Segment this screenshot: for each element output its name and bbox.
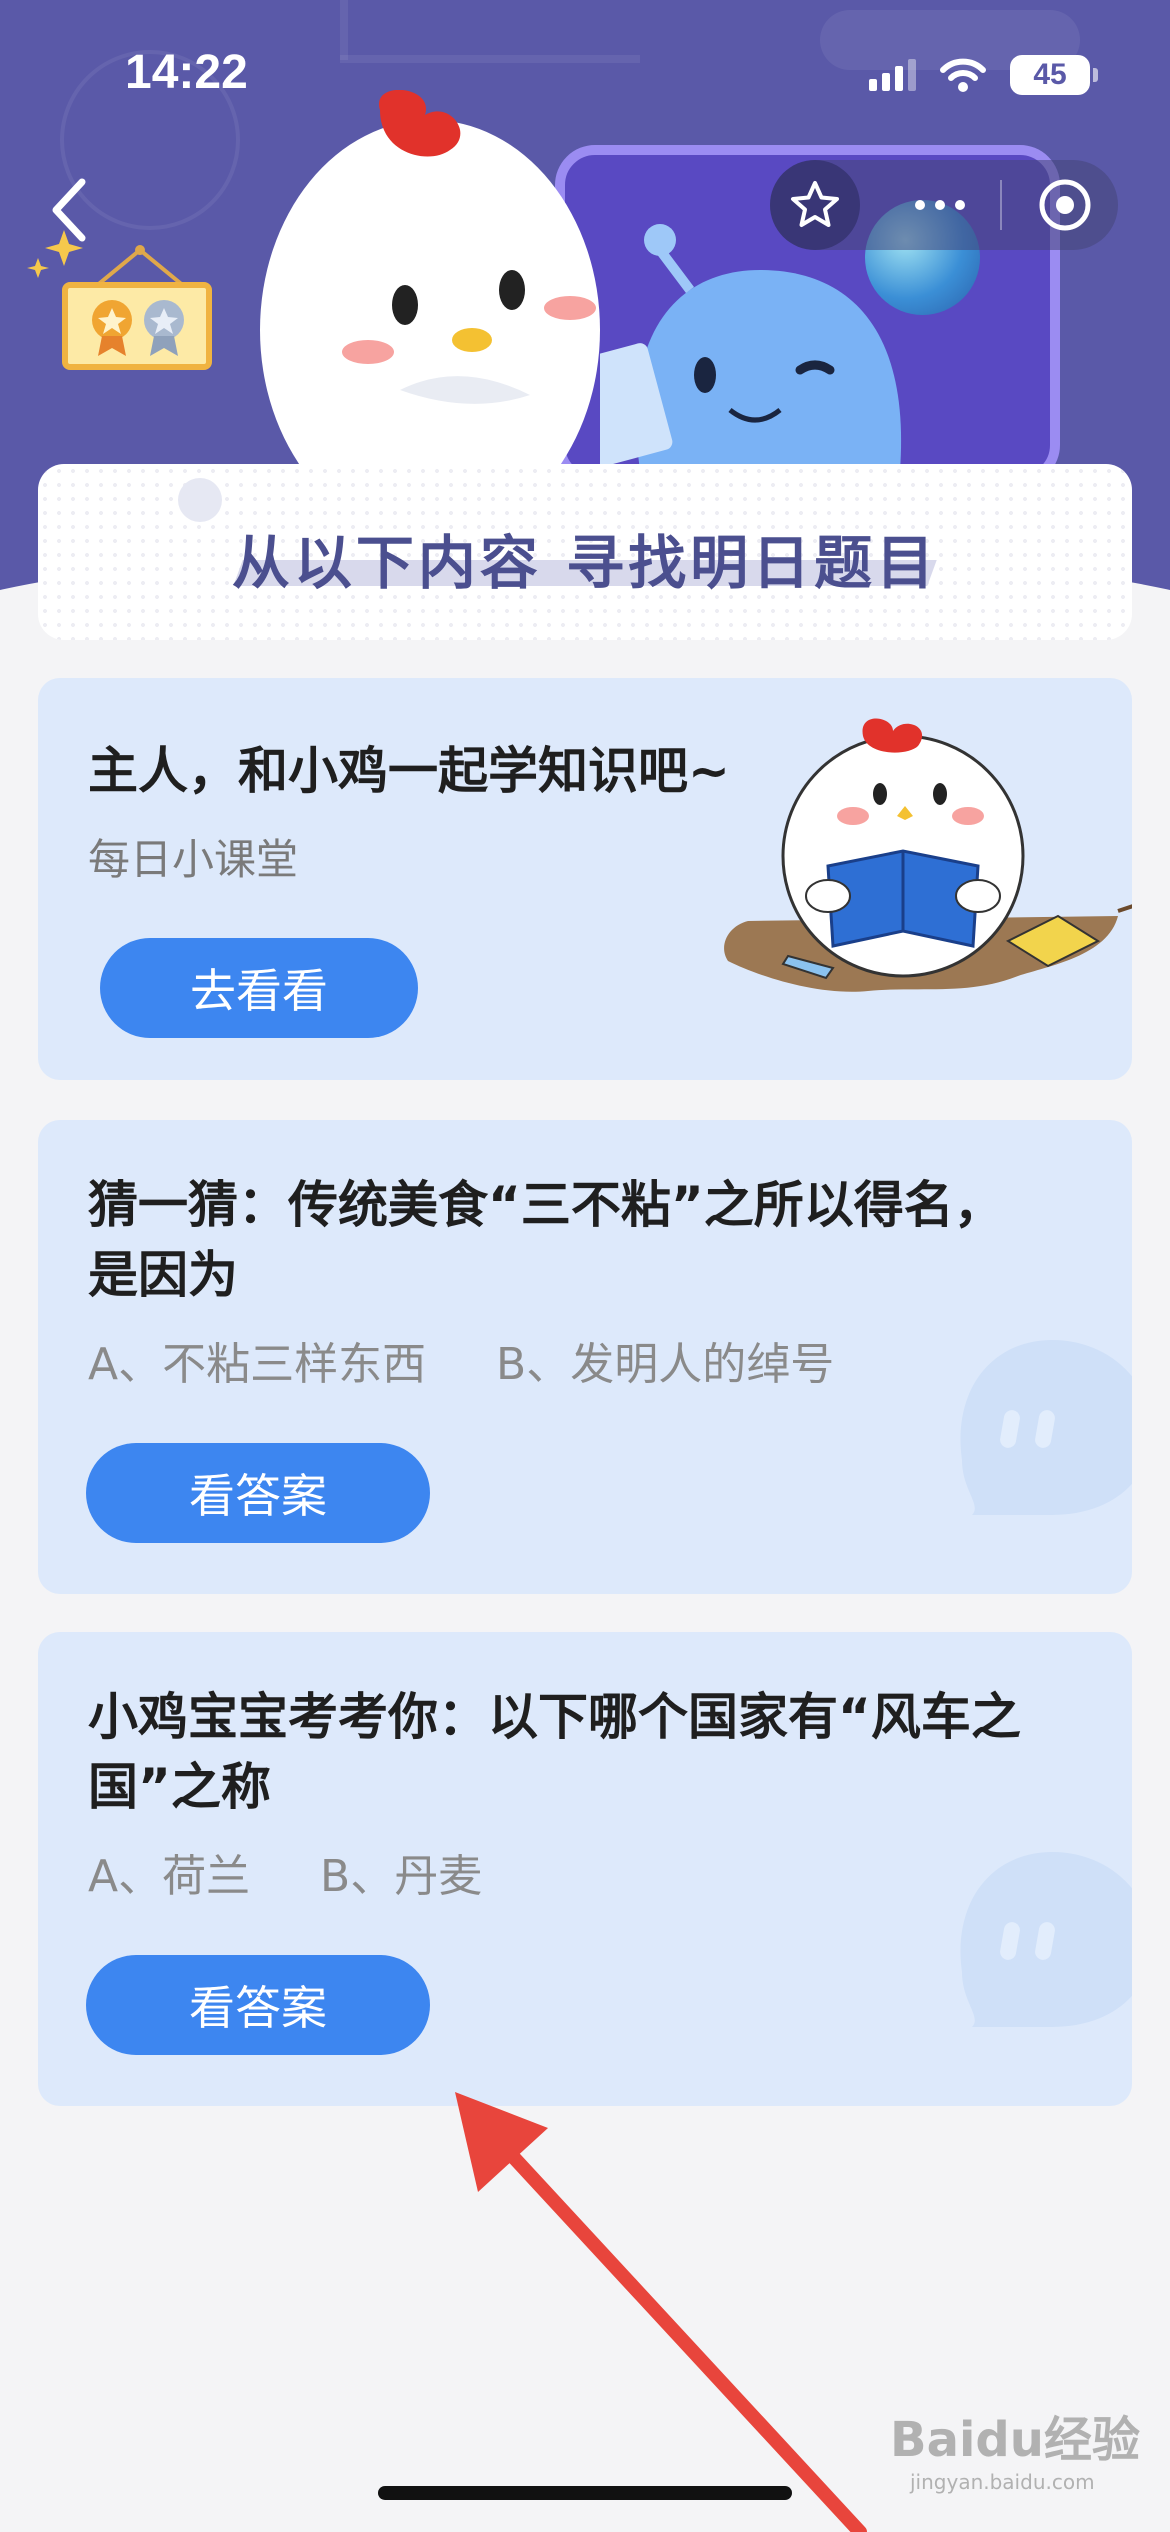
badge-board-icon[interactable]: [62, 282, 212, 370]
close-miniapp-button[interactable]: [1015, 160, 1115, 250]
home-indicator[interactable]: [378, 2486, 792, 2500]
banner-title-text: 从以下内容 寻找明日题目: [231, 529, 939, 597]
quiz-card: 猜一猜：传统美食“三不粘”之所以得名，是因为 A、不粘三样东西 B、发明人的绰号…: [38, 1120, 1132, 1594]
capsule-divider: [1000, 180, 1002, 230]
view-answer-button[interactable]: 看答案: [86, 1443, 430, 1543]
battery-icon: 45: [1010, 55, 1098, 95]
wifi-icon: [940, 58, 986, 92]
chat-bubble-icon: [960, 1340, 1132, 1515]
decor-line: [340, 0, 348, 60]
quiz-card: 小鸡宝宝考考你：以下哪个国家有“风车之国”之称 A、荷兰 B、丹麦 看答案: [38, 1632, 1132, 2106]
view-answer-button[interactable]: 看答案: [86, 1955, 430, 2055]
more-button[interactable]: [880, 160, 1000, 250]
more-dots-icon: [915, 200, 925, 210]
section-banner: 从以下内容 寻找明日题目: [38, 464, 1132, 640]
decor-line: [340, 55, 640, 63]
quiz-question: 小鸡宝宝考考你：以下哪个国家有“风车之国”之称: [88, 1688, 1021, 1816]
studying-chick-icon: [724, 718, 1132, 992]
quiz-options: A、荷兰 B、丹麦: [88, 1851, 483, 1902]
quiz-options: A、不粘三样东西 B、发明人的绰号: [88, 1339, 835, 1390]
baidu-watermark-logo: Baidu经验: [890, 2412, 1140, 2468]
status-icons: 45: [869, 55, 1098, 95]
status-time: 14:22: [125, 46, 248, 99]
chat-bubble-icon: [960, 1852, 1132, 2027]
go-see-button[interactable]: 去看看: [100, 938, 418, 1038]
card-subtitle: 每日小课堂: [88, 835, 299, 884]
star-icon: [791, 181, 839, 227]
target-circle-icon: [1039, 179, 1091, 231]
signal-icon: [869, 59, 916, 91]
banner-title: 从以下内容 寻找明日题目: [38, 516, 1132, 600]
sparkle-icon: [27, 230, 83, 278]
quiz-question: 猜一猜：传统美食“三不粘”之所以得名，是因为: [88, 1176, 1004, 1304]
baidu-watermark-url: jingyan.baidu.com: [910, 2470, 1095, 2494]
favorite-button[interactable]: [770, 160, 860, 250]
daily-class-card[interactable]: 主人，和小鸡一起学知识吧~ 每日小课堂 去看看: [38, 678, 1132, 1080]
